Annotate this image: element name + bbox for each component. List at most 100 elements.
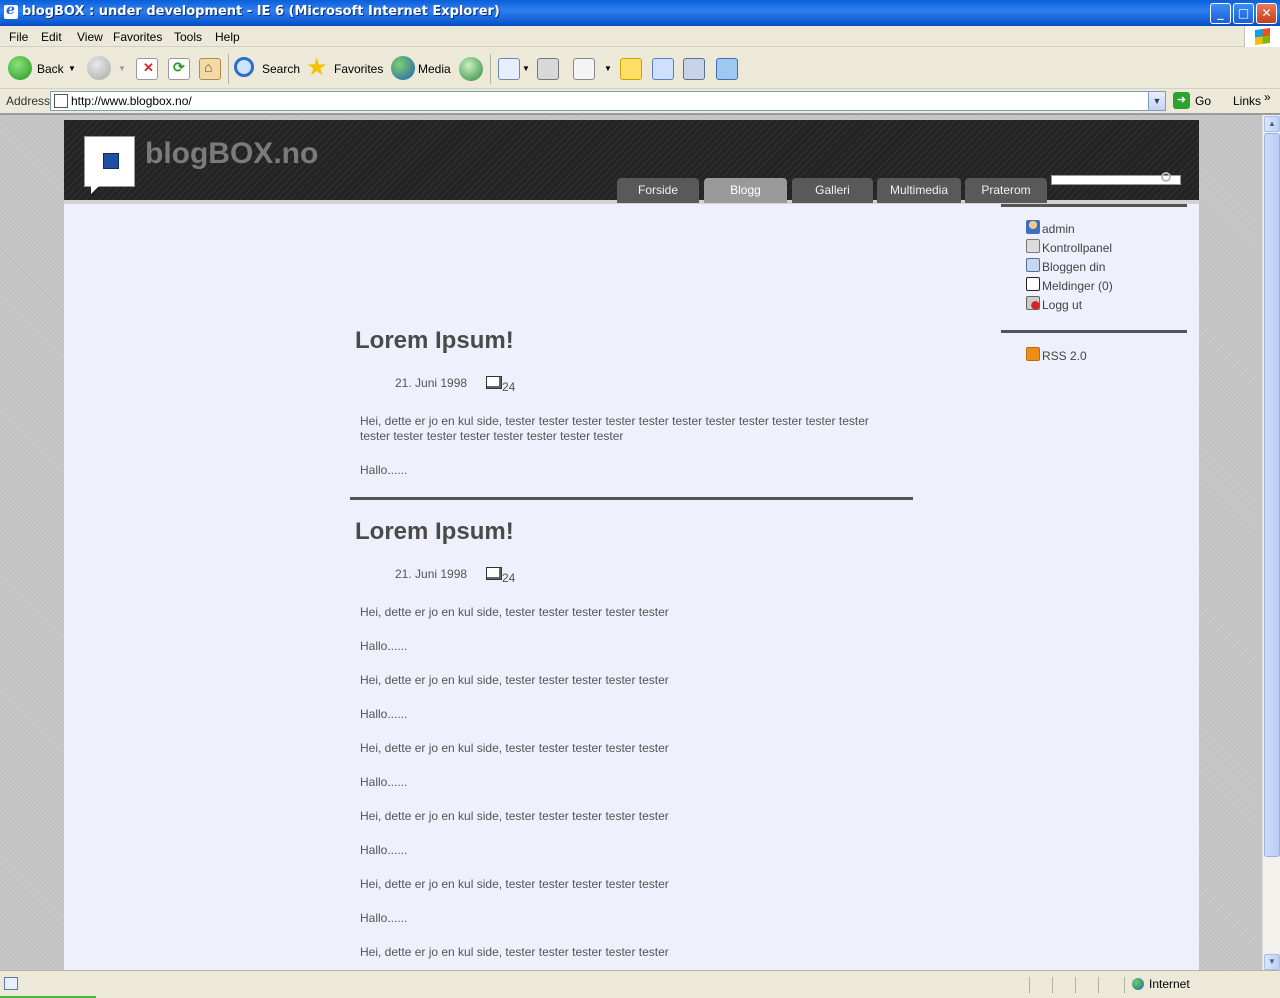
post-paragraph: Hallo...... xyxy=(360,463,408,477)
post-title[interactable]: Lorem Ipsum! xyxy=(355,327,514,355)
back-button[interactable]: Back ▼ xyxy=(8,56,78,82)
site-title[interactable]: blogBOX.no xyxy=(145,137,318,171)
status-separator xyxy=(1075,977,1076,993)
post-paragraph: Hallo...... xyxy=(360,911,408,925)
toolbar-separator xyxy=(490,54,491,84)
window-title: blogBOX : under development - IE 6 (Micr… xyxy=(22,4,500,19)
cursor-icon[interactable] xyxy=(652,58,674,80)
status-separator xyxy=(1124,977,1125,993)
comment-icon[interactable] xyxy=(486,567,502,580)
sidebar-rule xyxy=(1001,330,1187,333)
address-url[interactable]: http://www.blogbox.no/ xyxy=(71,94,192,108)
page-icon xyxy=(54,94,68,108)
post-paragraph: Hallo...... xyxy=(360,775,408,789)
maximize-button[interactable]: □ xyxy=(1233,3,1254,24)
post-paragraph: Hei, dette er jo en kul side, tester tes… xyxy=(360,605,669,619)
nav-forside[interactable]: Forside xyxy=(617,178,699,203)
sidebar-item-label: Bloggen din xyxy=(1042,260,1106,274)
home-icon[interactable]: ⌂ xyxy=(199,58,221,80)
star-icon: ★ xyxy=(306,54,328,81)
toolbar: Back ▼ ▼ ✕ ⟳ ⌂ Search ★ Favorites Media … xyxy=(0,48,1280,89)
favorites-label: Favorites xyxy=(334,62,384,76)
nav-praterom[interactable]: Praterom xyxy=(965,178,1047,203)
browser-viewport: blogBOX.no Forside Blogg Galleri Multime… xyxy=(0,113,1280,970)
site-logo[interactable] xyxy=(84,136,135,194)
search-button[interactable]: Search xyxy=(234,56,301,82)
blog-icon xyxy=(1026,258,1040,272)
close-button[interactable]: ✕ xyxy=(1256,3,1277,24)
sidebar-item-label: Kontrollpanel xyxy=(1042,241,1113,255)
menu-file[interactable]: File xyxy=(9,30,28,44)
print-icon[interactable] xyxy=(537,58,559,80)
links-button[interactable]: Links xyxy=(1233,94,1261,108)
post-divider xyxy=(350,497,913,500)
site-search-icon[interactable] xyxy=(1161,172,1171,182)
address-label: Address xyxy=(6,94,51,108)
comment-icon[interactable] xyxy=(486,376,502,389)
blog-post: Lorem Ipsum! 21. Juni 1998 24 Hei, dette… xyxy=(350,327,913,477)
mail-dropdown-icon[interactable]: ▼ xyxy=(522,64,530,73)
sidebar-rule xyxy=(1001,204,1187,207)
status-separator xyxy=(1098,977,1099,993)
title-bar: blogBOX : under development - IE 6 (Micr… xyxy=(0,0,1280,26)
go-arrow-icon[interactable]: ➜ xyxy=(1173,92,1190,109)
ie-icon[interactable] xyxy=(4,2,18,19)
user-icon xyxy=(1026,220,1040,234)
history-icon[interactable] xyxy=(459,57,483,81)
book-icon xyxy=(103,153,119,169)
address-dropdown-icon[interactable]: ▼ xyxy=(1148,92,1165,110)
forward-dropdown-icon[interactable]: ▼ xyxy=(118,64,126,73)
back-dropdown-icon[interactable]: ▼ xyxy=(68,64,76,73)
menu-help[interactable]: Help xyxy=(215,30,240,44)
menu-favorites[interactable]: Favorites xyxy=(113,30,162,44)
post-title[interactable]: Lorem Ipsum! xyxy=(355,518,514,546)
favorites-button[interactable]: ★ Favorites xyxy=(306,54,384,82)
minimize-button[interactable]: _ xyxy=(1210,3,1231,24)
nav-galleri[interactable]: Galleri xyxy=(792,178,873,203)
menu-tools[interactable]: Tools xyxy=(174,30,202,44)
links-chevron-icon[interactable]: » xyxy=(1264,90,1271,104)
message-icon xyxy=(1026,277,1040,291)
nav-multimedia[interactable]: Multimedia xyxy=(877,178,961,203)
post-paragraph: Hei, dette er jo en kul side, tester tes… xyxy=(360,673,669,687)
scroll-down-icon[interactable]: ▼ xyxy=(1264,954,1280,970)
media-globe-icon xyxy=(391,56,415,80)
vertical-scrollbar[interactable]: ▲ ▼ xyxy=(1262,115,1280,970)
forward-button[interactable]: ▼ xyxy=(87,56,127,82)
menu-view[interactable]: View xyxy=(77,30,103,44)
edit-dropdown-icon[interactable]: ▼ xyxy=(604,64,612,73)
search-icon xyxy=(234,57,254,77)
page-status-icon xyxy=(4,977,18,990)
research-icon[interactable] xyxy=(683,58,705,80)
edit-icon[interactable] xyxy=(573,58,595,80)
mail-icon[interactable] xyxy=(498,58,520,80)
post-paragraph: Hei, dette er jo en kul side, tester tes… xyxy=(360,945,669,959)
refresh-icon[interactable]: ⟳ xyxy=(168,58,190,80)
post-paragraph: Hei, dette er jo en kul side, tester tes… xyxy=(360,741,669,755)
scroll-thumb[interactable] xyxy=(1264,133,1280,857)
security-zone: Internet xyxy=(1149,977,1190,991)
menu-edit[interactable]: Edit xyxy=(41,30,62,44)
comment-count[interactable]: 24 xyxy=(502,380,515,394)
post-date: 21. Juni 1998 xyxy=(395,567,468,581)
sidebar-item-label: Logg ut xyxy=(1042,298,1083,312)
messenger-icon[interactable] xyxy=(716,58,738,80)
post-paragraph: Hei, dette er jo en kul side, tester tes… xyxy=(360,414,869,443)
post-paragraph: Hallo...... xyxy=(360,843,408,857)
media-button[interactable]: Media xyxy=(391,56,451,82)
comment-count[interactable]: 24 xyxy=(502,571,515,585)
stop-icon[interactable]: ✕ xyxy=(136,58,158,80)
media-label: Media xyxy=(418,62,451,76)
post-paragraph: Hei, dette er jo en kul side, tester tes… xyxy=(360,877,669,891)
search-label: Search xyxy=(262,62,301,76)
address-input[interactable]: http://www.blogbox.no/ ▼ xyxy=(50,91,1166,111)
rss-icon xyxy=(1026,347,1040,361)
status-separator xyxy=(1052,977,1053,993)
scroll-up-icon[interactable]: ▲ xyxy=(1264,116,1280,132)
nav-blogg[interactable]: Blogg xyxy=(704,178,787,203)
go-button[interactable]: Go xyxy=(1195,94,1211,108)
note-icon[interactable] xyxy=(620,58,642,80)
site-header: blogBOX.no Forside Blogg Galleri Multime… xyxy=(64,120,1199,204)
sidebar-item-label: RSS 2.0 xyxy=(1042,349,1087,363)
toolbar-separator xyxy=(228,54,229,84)
